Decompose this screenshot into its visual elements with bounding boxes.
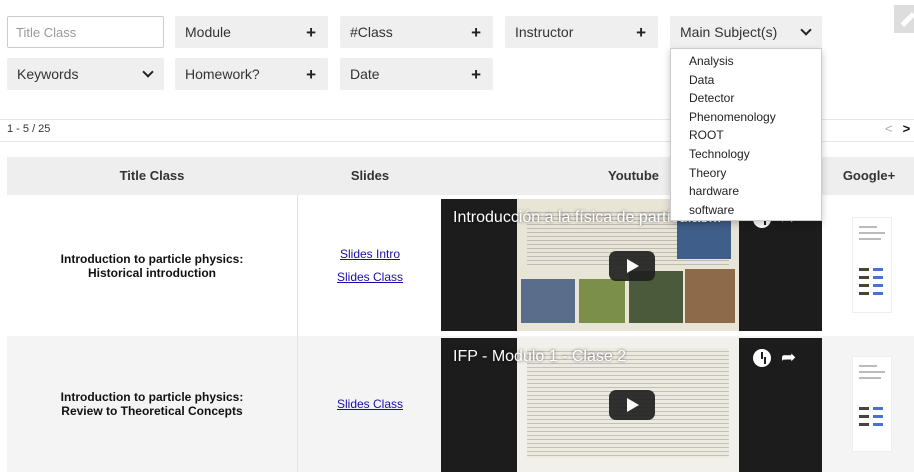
thumb-line: [859, 365, 877, 367]
thumb-block: [873, 415, 883, 418]
thumb-line: [859, 226, 877, 228]
slides-class-link[interactable]: Slides Class: [337, 270, 403, 284]
thumb-block: [873, 292, 883, 295]
thumb-block: [859, 268, 869, 271]
thumb-block: [873, 407, 883, 410]
title-line: Historical introduction: [87, 265, 216, 280]
plus-icon: +: [471, 64, 481, 84]
thumb-block: [873, 284, 883, 287]
date-filter[interactable]: Date +: [340, 58, 493, 90]
google-plus-thumbnail[interactable]: [852, 217, 892, 313]
header-google-plus: Google+: [842, 168, 896, 183]
homework-filter[interactable]: Homework? +: [175, 58, 328, 90]
share-icon[interactable]: ➦: [781, 347, 796, 368]
subject-option-analysis[interactable]: Analysis: [671, 52, 821, 71]
edit-button[interactable]: [894, 5, 914, 33]
plus-icon: +: [306, 22, 316, 42]
photo: [685, 269, 735, 323]
subject-option-technology[interactable]: Technology: [671, 145, 821, 164]
subject-option-detector[interactable]: Detector: [671, 89, 821, 108]
photo: [521, 279, 575, 323]
thumb-line: [859, 238, 881, 240]
class-number-filter[interactable]: #Class +: [340, 16, 493, 48]
thumb-block: [859, 423, 869, 426]
thumb-line: [859, 371, 885, 373]
main-subject-label: Main Subject(s): [680, 24, 778, 40]
subject-option-data[interactable]: Data: [671, 71, 821, 90]
thumb-block: [873, 268, 883, 271]
google-plus-thumbnail[interactable]: [852, 356, 892, 452]
slides-intro-link[interactable]: Slides Intro: [340, 247, 400, 261]
subject-option-theory[interactable]: Theory: [671, 164, 821, 183]
play-button[interactable]: [609, 390, 655, 420]
main-subject-select[interactable]: Main Subject(s): [670, 16, 822, 48]
pagination: < >: [885, 121, 910, 136]
title-line: Introduction to particle physics:: [60, 390, 244, 404]
keywords-label: Keywords: [17, 66, 79, 82]
youtube-player[interactable]: IFP - Modulo 1 - Clase 2 ➦: [441, 338, 822, 472]
prev-page-button[interactable]: <: [885, 121, 893, 136]
thumb-line: [859, 377, 881, 379]
title-line: Review to Theoretical Concepts: [61, 404, 243, 418]
title-line: Introduction to particle physics:: [60, 251, 244, 266]
slides-class-link[interactable]: Slides Class: [337, 397, 403, 411]
plus-icon: +: [471, 22, 481, 42]
subject-option-root[interactable]: ROOT: [671, 126, 821, 145]
next-page-button[interactable]: >: [903, 121, 911, 136]
title-cell: Introduction to particle physics: Review…: [7, 336, 297, 472]
thumb-block: [859, 407, 869, 410]
homework-filter-label: Homework?: [185, 66, 260, 82]
plus-icon: +: [636, 22, 646, 42]
thumb-block: [873, 423, 883, 426]
page: Module + #Class + Instructor + Main Subj…: [0, 0, 914, 472]
module-filter-label: Module: [185, 24, 231, 40]
slides-cell: Slides Intro Slides Class: [297, 195, 443, 336]
header-slides: Slides: [350, 168, 390, 183]
table-row: Introduction to particle physics: Review…: [7, 336, 914, 472]
plus-icon: +: [306, 64, 316, 84]
play-button[interactable]: [609, 251, 655, 281]
thumb-block: [859, 292, 869, 295]
watch-later-icon[interactable]: [753, 349, 771, 367]
thumb-block: [859, 276, 869, 279]
chevron-down-icon: [142, 66, 154, 78]
module-filter[interactable]: Module +: [175, 16, 328, 48]
thumb-block: [859, 415, 869, 418]
instructor-filter[interactable]: Instructor +: [505, 16, 658, 48]
class-number-filter-label: #Class: [350, 24, 393, 40]
photo: [579, 279, 625, 323]
chevron-down-icon: [800, 24, 812, 36]
subject-option-hardware[interactable]: hardware: [671, 182, 821, 201]
thumb-block: [873, 276, 883, 279]
keywords-select[interactable]: Keywords: [7, 58, 164, 90]
pencil-icon: [900, 12, 914, 27]
subject-option-software[interactable]: software: [671, 201, 821, 220]
slides-cell: Slides Class: [297, 336, 443, 472]
thumb-block: [859, 284, 869, 287]
results-count: 1 - 5 / 25: [7, 123, 51, 135]
instructor-filter-label: Instructor: [515, 24, 574, 40]
title-class-input[interactable]: [7, 16, 164, 48]
video-title: IFP - Modulo 1 - Clase 2: [453, 348, 627, 365]
thumb-line: [859, 232, 885, 234]
main-subject-dropdown: Analysis Data Detector Phenomenology ROO…: [670, 48, 822, 221]
title-cell: Introduction to particle physics: Histor…: [7, 195, 297, 336]
date-filter-label: Date: [350, 66, 380, 82]
header-title-class: Title Class: [119, 168, 185, 183]
subject-option-phenomenology[interactable]: Phenomenology: [671, 108, 821, 127]
